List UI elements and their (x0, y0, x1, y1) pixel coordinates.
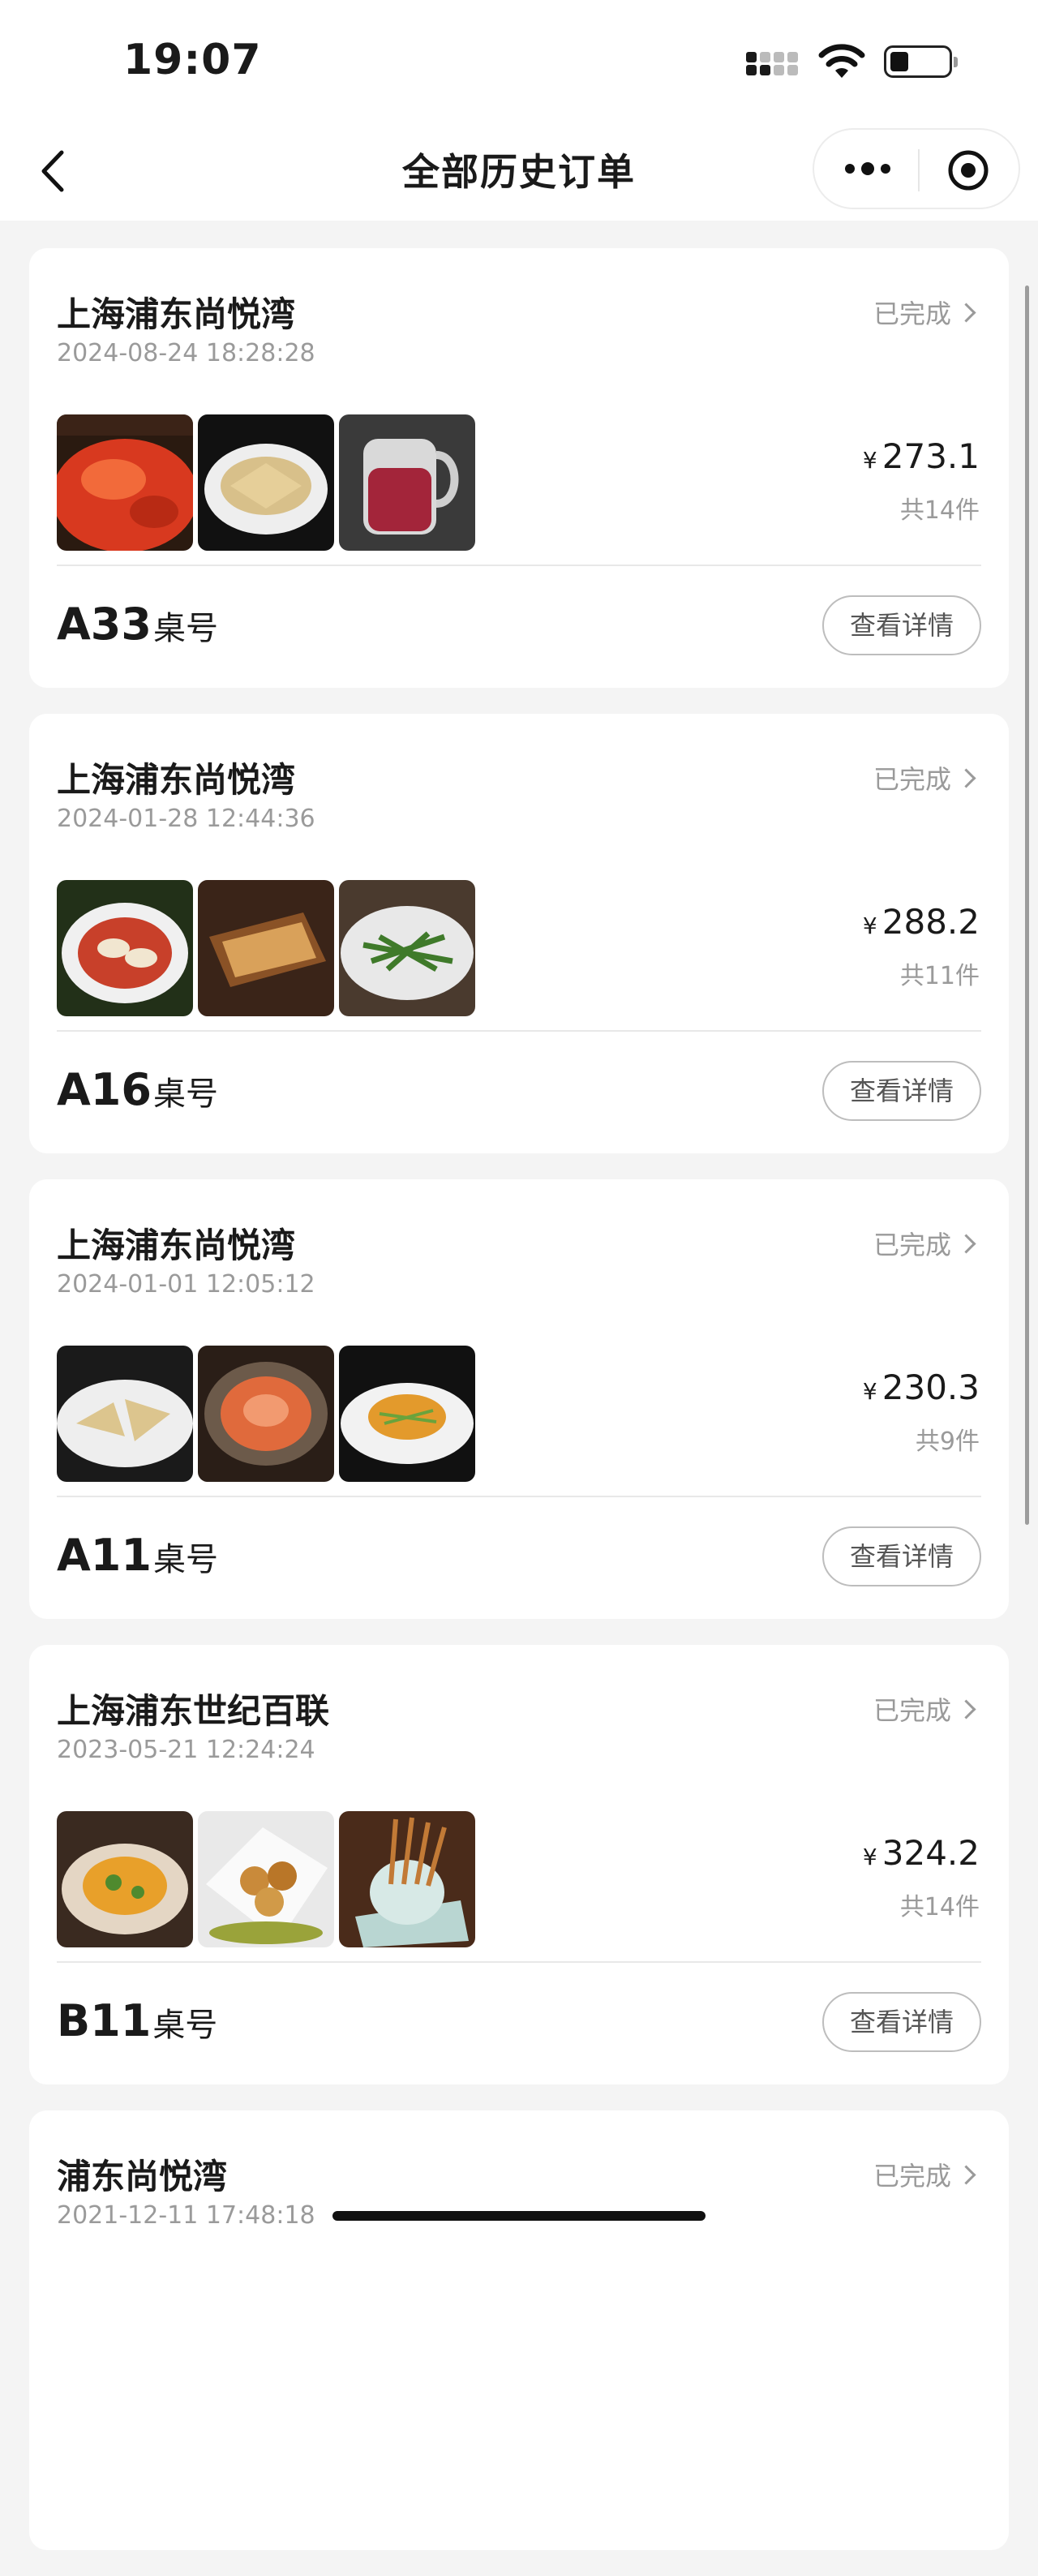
dish-image (198, 414, 334, 551)
table-code: B11 (57, 1995, 152, 2046)
dish-thumbnails (57, 880, 475, 1016)
dish-image (339, 880, 475, 1016)
price-value: 230.3 (881, 1367, 980, 1407)
chevron-right-icon (956, 2165, 976, 2185)
view-details-button[interactable]: 查看详情 (822, 1061, 981, 1121)
chevron-right-icon (956, 768, 976, 788)
dish-image (198, 1811, 334, 1947)
item-count: 共14件 (899, 1893, 980, 1921)
status-time: 19:07 (123, 36, 262, 84)
price-value: 288.2 (881, 902, 980, 942)
price-value: 324.2 (881, 1833, 980, 1873)
order-card[interactable]: 上海浦东尚悦湾 2024-01-28 12:44:36 已完成 ¥288.2 共… (29, 714, 1009, 1153)
divider (57, 1961, 981, 1963)
order-datetime: 2024-08-24 18:28:28 (57, 339, 315, 367)
item-count: 共9件 (915, 1428, 980, 1456)
home-indicator[interactable] (332, 2211, 706, 2221)
table-code: A33 (57, 599, 152, 650)
table-label: 桌号 (152, 2007, 218, 2044)
order-datetime: 2023-05-21 12:24:24 (57, 1736, 315, 1764)
table-label: 桌号 (152, 610, 218, 647)
dish-image (339, 1346, 475, 1482)
order-status-label: 已完成 (873, 1230, 951, 1260)
table-code: A16 (57, 1064, 152, 1115)
battery-icon (884, 45, 958, 78)
order-status[interactable]: 已完成 (873, 294, 976, 331)
more-dots-icon[interactable] (843, 161, 892, 177)
order-status-label: 已完成 (873, 764, 951, 795)
order-status-label: 已完成 (873, 298, 951, 329)
table-code: A11 (57, 1530, 152, 1581)
table-number: A33桌号 (57, 599, 218, 650)
nav-bar: 全部历史订单 (0, 122, 1038, 221)
dish-image (57, 1346, 193, 1482)
divider (57, 565, 981, 566)
store-name: 浦东尚悦湾 (57, 2157, 228, 2196)
currency-symbol: ¥ (862, 447, 877, 474)
capsule-divider (918, 149, 920, 191)
store-name: 上海浦东尚悦湾 (57, 1226, 296, 1265)
order-status[interactable]: 已完成 (873, 759, 976, 796)
dish-image (198, 880, 334, 1016)
store-name: 上海浦东尚悦湾 (57, 760, 296, 800)
order-status-label: 已完成 (873, 2161, 951, 2192)
order-list: 上海浦东尚悦湾 2024-08-24 18:28:28 已完成 ¥273.1 共… (29, 248, 1009, 2576)
dish-thumbnails (57, 1346, 475, 1482)
order-card[interactable]: 上海浦东世纪百联 2023-05-21 12:24:24 已完成 ¥324.2 … (29, 1645, 1009, 2084)
view-details-button[interactable]: 查看详情 (822, 595, 981, 655)
item-count: 共14件 (899, 496, 980, 525)
dish-thumbnails (57, 1811, 475, 1947)
dish-image (198, 1346, 334, 1482)
store-name: 上海浦东世纪百联 (57, 1691, 330, 1731)
table-number: B11桌号 (57, 1995, 217, 2046)
currency-symbol: ¥ (862, 1378, 877, 1405)
dish-image (57, 880, 193, 1016)
divider (57, 1030, 981, 1032)
order-status[interactable]: 已完成 (873, 2156, 976, 2193)
dish-image (57, 414, 193, 551)
order-card[interactable]: 上海浦东尚悦湾 2024-08-24 18:28:28 已完成 ¥273.1 共… (29, 248, 1009, 688)
order-status[interactable]: 已完成 (873, 1690, 976, 1728)
wifi-icon (818, 44, 865, 78)
order-status-label: 已完成 (873, 1695, 951, 1726)
order-price: ¥273.1 (863, 436, 980, 476)
order-price: ¥230.3 (863, 1367, 980, 1407)
dish-image (339, 414, 475, 551)
table-label: 桌号 (152, 1075, 218, 1113)
table-number: A11桌号 (57, 1530, 218, 1581)
currency-symbol: ¥ (862, 1844, 877, 1870)
order-price: ¥324.2 (863, 1833, 980, 1873)
status-bar: 19:07 (0, 0, 1038, 122)
mini-program-capsule (813, 128, 1020, 209)
price-value: 273.1 (881, 436, 980, 476)
order-price: ¥288.2 (863, 902, 980, 942)
chevron-right-icon (956, 1234, 976, 1254)
store-name: 上海浦东尚悦湾 (57, 294, 296, 334)
table-number: A16桌号 (57, 1064, 218, 1115)
order-datetime: 2024-01-01 12:05:12 (57, 1270, 315, 1299)
order-card[interactable]: 上海浦东尚悦湾 2024-01-01 12:05:12 已完成 ¥230.3 共… (29, 1179, 1009, 1619)
scrollbar[interactable] (1025, 286, 1029, 1525)
dish-image (339, 1811, 475, 1947)
order-card[interactable]: 浦东尚悦湾 2021-12-11 17:48:18 已完成 (29, 2110, 1009, 2550)
close-target-icon[interactable] (947, 149, 989, 191)
dish-thumbnails (57, 414, 475, 551)
dish-image (57, 1811, 193, 1947)
view-details-button[interactable]: 查看详情 (822, 1992, 981, 2052)
signal-icon (746, 52, 798, 81)
view-details-button[interactable]: 查看详情 (822, 1526, 981, 1586)
currency-symbol: ¥ (862, 912, 877, 939)
chevron-right-icon (956, 303, 976, 323)
chevron-right-icon (956, 1699, 976, 1719)
divider (57, 1496, 981, 1497)
order-datetime: 2021-12-11 17:48:18 (57, 2201, 315, 2230)
order-status[interactable]: 已完成 (873, 1225, 976, 1262)
table-label: 桌号 (152, 1541, 218, 1578)
item-count: 共11件 (899, 962, 980, 990)
order-datetime: 2024-01-28 12:44:36 (57, 805, 315, 833)
